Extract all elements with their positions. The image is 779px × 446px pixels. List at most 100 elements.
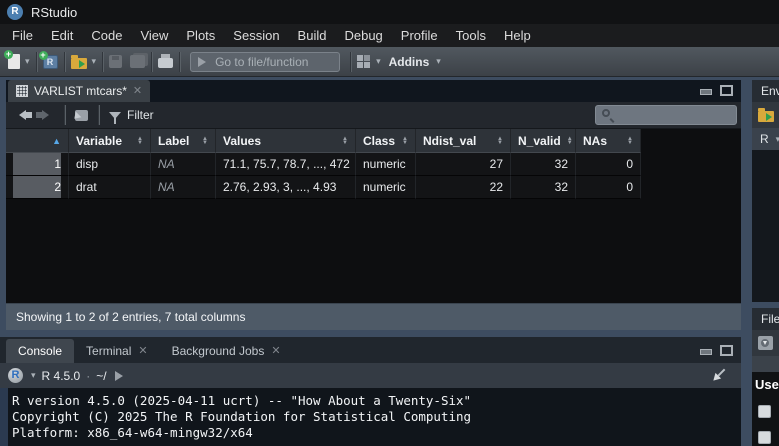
column-header-rownum[interactable]: ▲ bbox=[6, 129, 69, 153]
data-search-input[interactable] bbox=[595, 105, 737, 125]
close-icon[interactable]: ✕ bbox=[133, 86, 142, 97]
environment-toolbar bbox=[752, 102, 779, 128]
goto-file-search[interactable] bbox=[190, 52, 340, 72]
open-file-button[interactable]: ▾ bbox=[71, 55, 97, 69]
sort-ascending-icon: ▲ bbox=[52, 129, 61, 153]
save-all-button[interactable] bbox=[130, 55, 145, 68]
menu-code[interactable]: Code bbox=[82, 24, 131, 47]
toolbar-separator bbox=[350, 52, 351, 72]
app-title: RStudio bbox=[31, 5, 77, 20]
column-header-nas[interactable]: NAs▲▼ bbox=[576, 129, 641, 153]
tab-environment[interactable]: Environment bbox=[752, 80, 779, 102]
table-row[interactable]: 2 drat NA 2.76, 2.93, 3, ..., 4.93 numer… bbox=[6, 176, 741, 199]
files-toolbar bbox=[752, 330, 779, 356]
maximize-icon[interactable] bbox=[720, 345, 733, 356]
forward-button bbox=[36, 110, 54, 120]
tab-console[interactable]: Console bbox=[6, 339, 74, 363]
menu-tools[interactable]: Tools bbox=[447, 24, 495, 47]
r-version-icon[interactable]: R bbox=[8, 368, 23, 383]
print-icon bbox=[158, 58, 173, 68]
tab-varlist-mtcars[interactable]: VARLIST mtcars* ✕ bbox=[8, 80, 150, 102]
close-icon[interactable]: ✕ bbox=[271, 346, 280, 357]
file-checkbox[interactable] bbox=[758, 431, 771, 444]
new-project-button[interactable]: R+ bbox=[43, 55, 58, 69]
column-header-values[interactable]: Values▲▼ bbox=[216, 129, 356, 153]
toolbar-separator bbox=[102, 52, 103, 72]
tab-terminal[interactable]: Terminal ✕ bbox=[74, 339, 160, 363]
tab-background-jobs[interactable]: Background Jobs ✕ bbox=[160, 339, 293, 363]
minimize-icon[interactable] bbox=[700, 89, 712, 95]
title-bar: R RStudio bbox=[0, 0, 779, 24]
sort-icon[interactable]: ▲▼ bbox=[336, 137, 348, 145]
new-folder-icon[interactable] bbox=[758, 336, 773, 350]
column-header-ndist-val[interactable]: Ndist_val▲▼ bbox=[416, 129, 511, 153]
chevron-down-icon[interactable]: ▾ bbox=[25, 56, 30, 67]
sort-icon[interactable]: ▲▼ bbox=[561, 137, 573, 145]
save-button[interactable] bbox=[109, 55, 122, 68]
open-folder-icon bbox=[71, 58, 87, 69]
minimize-icon[interactable] bbox=[700, 349, 712, 355]
menu-plots[interactable]: Plots bbox=[177, 24, 224, 47]
column-header-n-valid[interactable]: N_valid▲▼ bbox=[511, 129, 576, 153]
load-workspace-icon[interactable] bbox=[758, 111, 774, 122]
maximize-icon[interactable] bbox=[720, 85, 733, 96]
toolbar-separator bbox=[98, 105, 99, 125]
panes-grid-icon bbox=[357, 55, 371, 69]
console-toolbar: R ▾ R 4.5.0 · ~/ bbox=[0, 363, 741, 388]
table-row[interactable]: 1 disp NA 71.1, 75.7, 78.7, ..., 472 num… bbox=[6, 153, 741, 176]
data-search-box[interactable] bbox=[595, 105, 737, 125]
table-status-bar: Showing 1 to 2 of 2 entries, 7 total col… bbox=[6, 303, 741, 330]
close-icon[interactable]: ✕ bbox=[138, 346, 147, 357]
data-viewer-toolbar: Filter bbox=[6, 102, 741, 129]
addins-label: Addins bbox=[389, 55, 430, 69]
table-header-row: ▲ Variable▲▼ Label▲▼ Values▲▼ Class▲▼ Nd… bbox=[6, 129, 741, 153]
sort-icon[interactable]: ▲▼ bbox=[196, 137, 208, 145]
menu-debug[interactable]: Debug bbox=[335, 24, 391, 47]
tab-files[interactable]: Files bbox=[752, 308, 779, 330]
files-path-bar bbox=[752, 356, 779, 372]
pane-window-buttons bbox=[700, 345, 733, 356]
console-pane: Console Terminal ✕ Background Jobs ✕ R ▾ bbox=[0, 337, 741, 446]
data-viewer-icon bbox=[16, 85, 28, 97]
menu-edit[interactable]: Edit bbox=[42, 24, 82, 47]
sort-icon[interactable]: ▲▼ bbox=[131, 137, 143, 145]
toolbar-separator bbox=[64, 105, 65, 125]
toolbar-separator bbox=[64, 52, 65, 72]
menu-file[interactable]: File bbox=[3, 24, 42, 47]
file-checkbox[interactable] bbox=[758, 405, 771, 418]
back-button[interactable] bbox=[14, 110, 32, 120]
open-directory-icon[interactable] bbox=[115, 371, 128, 381]
menu-help[interactable]: Help bbox=[495, 24, 540, 47]
console-tabstrip: Console Terminal ✕ Background Jobs ✕ bbox=[0, 337, 741, 363]
toolbar-separator bbox=[179, 52, 180, 72]
menu-view[interactable]: View bbox=[131, 24, 177, 47]
addins-button[interactable]: Addins ▾ bbox=[381, 55, 441, 69]
files-breadcrumb[interactable]: Users bbox=[755, 377, 779, 392]
sort-icon[interactable]: ▲▼ bbox=[621, 137, 633, 145]
menu-session[interactable]: Session bbox=[224, 24, 288, 47]
save-all-icon bbox=[130, 55, 145, 68]
filter-icon[interactable] bbox=[109, 112, 121, 119]
open-in-new-window-icon[interactable] bbox=[75, 110, 88, 121]
new-file-button[interactable]: + ▾ bbox=[8, 54, 30, 69]
menu-build[interactable]: Build bbox=[289, 24, 336, 47]
rstudio-window: R RStudio File Edit Code View Plots Sess… bbox=[0, 0, 779, 446]
filter-button[interactable]: Filter bbox=[127, 108, 154, 122]
working-directory[interactable]: ~/ bbox=[96, 369, 106, 383]
menu-profile[interactable]: Profile bbox=[392, 24, 447, 47]
column-header-label[interactable]: Label▲▼ bbox=[151, 129, 216, 153]
sort-icon[interactable]: ▲▼ bbox=[491, 137, 503, 145]
goto-arrow-icon bbox=[198, 57, 211, 67]
chevron-down-icon[interactable]: ▾ bbox=[92, 56, 97, 67]
column-header-class[interactable]: Class▲▼ bbox=[356, 129, 416, 153]
print-button[interactable] bbox=[158, 55, 173, 68]
column-header-variable[interactable]: Variable▲▼ bbox=[69, 129, 151, 153]
clear-console-icon[interactable] bbox=[708, 364, 731, 387]
goto-file-input[interactable] bbox=[190, 52, 340, 72]
environment-scope-selector[interactable]: R ▾ bbox=[752, 128, 779, 150]
sort-icon[interactable]: ▲▼ bbox=[396, 137, 408, 145]
panes-layout-button[interactable]: ▾ bbox=[357, 55, 381, 69]
chevron-down-icon[interactable]: ▾ bbox=[31, 370, 36, 381]
console-output[interactable]: R version 4.5.0 (2025-04-11 ucrt) -- "Ho… bbox=[0, 388, 741, 446]
console-line: R version 4.5.0 (2025-04-11 ucrt) -- "Ho… bbox=[8, 393, 741, 409]
